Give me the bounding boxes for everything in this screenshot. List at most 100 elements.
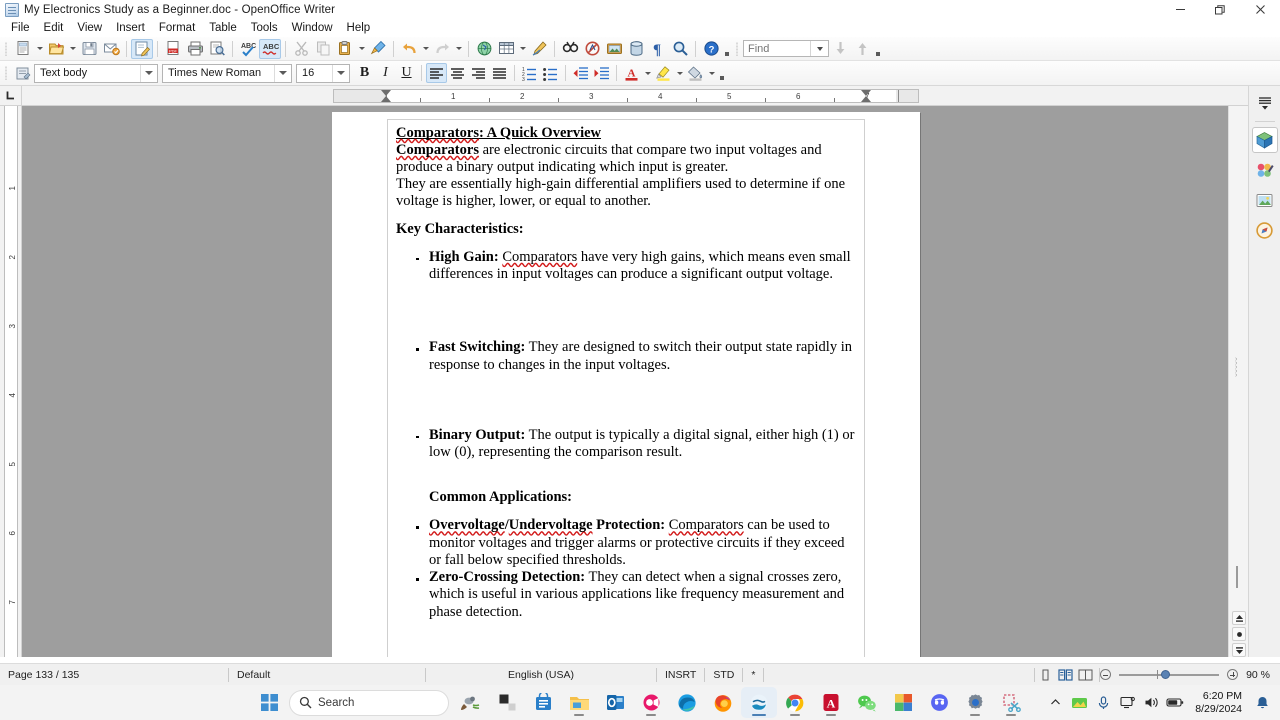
ruler-corner-tab-selector[interactable] [0,86,22,106]
zoom-slider[interactable] [1119,668,1220,682]
highlighting-color-dropdown[interactable] [674,63,685,83]
italic-button[interactable]: I [375,63,396,83]
undo-button[interactable] [398,39,420,59]
align-center-button[interactable] [447,63,468,83]
openoffice-writer-icon[interactable] [741,687,777,718]
menu-window[interactable]: Window [285,21,340,35]
scrollbar-thumb[interactable] [1236,566,1238,588]
taskbar-search[interactable]: Search [289,689,449,716]
background-color-button[interactable] [685,63,706,83]
clone-formatting-button[interactable] [367,39,389,59]
horizontal-ruler[interactable]: 1 2 3 4 5 6 7 [22,86,1248,106]
task-view-icon[interactable] [489,687,525,718]
discord-icon[interactable] [921,687,957,718]
microsoft-edge-icon[interactable] [669,687,705,718]
email-document-button[interactable] [100,39,122,59]
google-chrome-icon[interactable] [777,687,813,718]
underline-button[interactable]: U [396,63,417,83]
windows-start-button[interactable] [251,687,287,718]
align-right-button[interactable] [468,63,489,83]
notification-bell-icon[interactable] [1250,688,1274,718]
document-page[interactable]: Comparators: A Quick Overview Comparator… [332,112,920,657]
paste-dropdown[interactable] [356,39,367,59]
maximize-restore-button[interactable] [1200,0,1240,19]
navigation-button[interactable] [1232,627,1246,641]
new-document-button[interactable] [12,39,34,59]
insert-table-dropdown[interactable] [517,39,528,59]
snipping-tool-icon[interactable] [993,687,1029,718]
background-color-dropdown[interactable] [706,63,717,83]
gallery-button[interactable] [603,39,625,59]
status-selection-mode[interactable]: STD [705,664,742,686]
font-name-dropdown-arrow[interactable] [274,64,291,82]
menu-edit[interactable]: Edit [37,21,71,35]
print-preview-button[interactable] [206,39,228,59]
unordered-list-button[interactable] [540,63,561,83]
find-and-replace-button[interactable] [559,39,581,59]
cast-display-icon[interactable] [1115,688,1139,718]
horizontal-ruler-scale[interactable]: 1 2 3 4 5 6 7 [333,89,919,103]
photos-icon[interactable] [885,687,921,718]
firefox-icon[interactable] [705,687,741,718]
standard-toolbar-overflow[interactable] [722,39,731,59]
spelling-check-button[interactable]: ABC [237,39,259,59]
insert-table-button[interactable] [495,39,517,59]
vertical-ruler[interactable]: 1 2 3 4 5 6 7 [0,106,22,657]
menu-format[interactable]: Format [152,21,202,35]
styles-and-formatting-button[interactable] [12,63,34,83]
show-draw-functions-button[interactable] [528,39,550,59]
status-digital-signature[interactable] [764,664,1034,686]
minimize-button[interactable] [1160,0,1200,19]
open-document-button[interactable] [45,39,67,59]
edit-file-button[interactable] [131,38,153,59]
toolbar-grip[interactable] [3,40,10,58]
book-view-button[interactable] [1077,668,1093,682]
taskbar-clock[interactable]: 6:20 PM 8/29/2024 [1187,690,1250,716]
graphics-command-center-icon[interactable] [1067,688,1091,718]
multi-page-view-button[interactable] [1057,668,1073,682]
wechat-icon[interactable] [849,687,885,718]
highlighting-color-button[interactable] [653,63,674,83]
bold-button[interactable]: B [354,63,375,83]
left-indent-marker[interactable] [381,96,391,102]
find-previous-button[interactable] [851,39,873,59]
formatting-marks-button[interactable]: ¶ [647,39,669,59]
formatting-toolbar-overflow[interactable] [717,63,726,83]
widgets-icon[interactable] [453,687,489,718]
find-toolbar-overflow[interactable] [873,39,882,59]
font-name-combobox[interactable]: Times New Roman [162,63,292,83]
align-left-button[interactable] [426,63,447,83]
status-page[interactable]: Page 133 / 135 [0,664,228,686]
undo-dropdown[interactable] [420,39,431,59]
font-size-combobox[interactable]: 16 [296,63,350,83]
increase-indent-button[interactable] [591,63,612,83]
export-pdf-button[interactable]: PDF [162,39,184,59]
paste-button[interactable] [334,39,356,59]
copy-button[interactable] [312,39,334,59]
font-size-dropdown-arrow[interactable] [332,64,349,82]
document-text[interactable]: Comparators: A Quick Overview Comparator… [388,120,864,621]
screen-recorder-icon[interactable] [633,687,669,718]
menu-insert[interactable]: Insert [109,21,152,35]
menu-help[interactable]: Help [340,21,378,35]
battery-icon[interactable] [1163,688,1187,718]
status-modified-flag[interactable]: * [743,664,763,686]
document-canvas[interactable]: Comparators: A Quick Overview Comparator… [22,106,1248,657]
ordered-list-button[interactable]: 1 2 3 [519,63,540,83]
menu-view[interactable]: View [70,21,109,35]
next-page-button[interactable] [1232,643,1246,657]
right-indent-marker[interactable] [861,96,871,102]
cut-button[interactable] [290,39,312,59]
autospellcheck-button[interactable]: ABC [259,38,281,59]
sidebar-item-properties[interactable] [1251,127,1278,153]
decrease-indent-button[interactable] [570,63,591,83]
vertical-scrollbar[interactable]: › › › › › [1228,106,1248,657]
outlook-icon[interactable] [597,687,633,718]
openoffice-help-button[interactable]: ? [700,39,722,59]
formatting-toolbar-grip[interactable] [3,64,10,82]
find-next-button[interactable] [829,39,851,59]
settings-icon[interactable] [957,687,993,718]
find-input[interactable] [744,41,810,56]
hyperlink-button[interactable] [473,39,495,59]
new-document-dropdown[interactable] [34,39,45,59]
